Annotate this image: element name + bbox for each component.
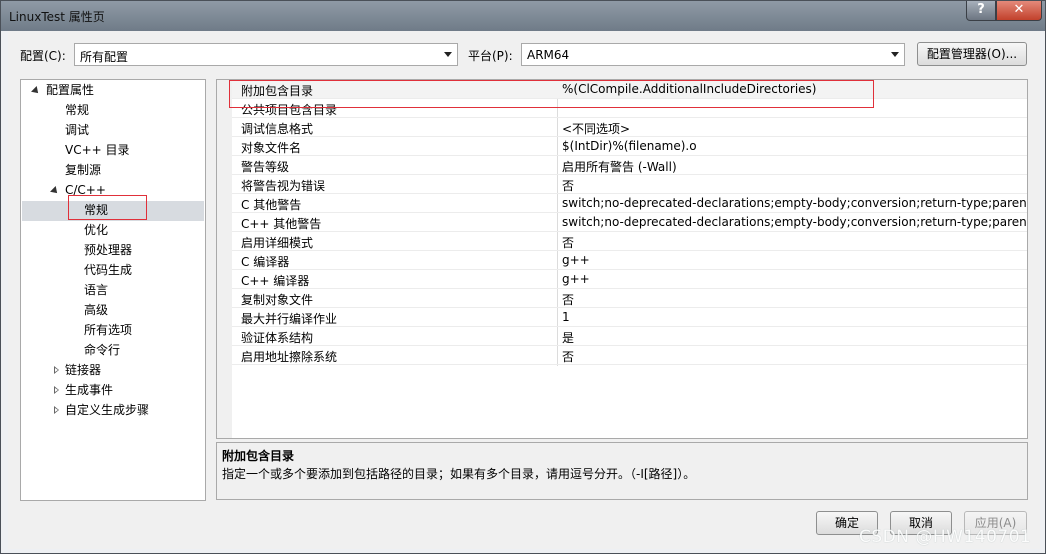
tree-item-copy-sources[interactable]: 复制源 <box>65 160 101 180</box>
property-value[interactable]: 是 <box>562 329 574 346</box>
property-name: C 其他警告 <box>241 198 302 212</box>
grid-row[interactable]: C 编译器 g++ <box>232 251 1027 270</box>
grid-row[interactable]: 最大并行编译作业 1 <box>232 308 1027 327</box>
watermark: CSDN @HW140701 <box>859 527 1032 547</box>
property-value[interactable]: $(IntDir)%(filename).o <box>562 139 697 153</box>
grid-row[interactable]: C 其他警告 switch;no-deprecated-declarations… <box>232 194 1027 213</box>
property-value[interactable]: g++ <box>562 272 590 286</box>
tree-item-config-properties[interactable]: 配置属性 <box>46 80 94 100</box>
platform-select[interactable]: ARM64 <box>521 43 905 66</box>
collapsed-arrow-icon[interactable] <box>54 366 59 374</box>
expanded-arrow-icon[interactable] <box>50 186 60 196</box>
property-value[interactable]: 否 <box>562 348 574 365</box>
property-value[interactable]: <不同选项> <box>562 120 630 137</box>
config-label: 配置(C): <box>20 49 66 63</box>
property-value[interactable]: 启用所有警告 (-Wall) <box>562 158 677 175</box>
grid-row[interactable]: 启用详细模式 否 <box>232 232 1027 251</box>
tree-item-debugging[interactable]: 调试 <box>65 120 89 140</box>
grid-row[interactable]: 对象文件名 $(IntDir)%(filename).o <box>232 137 1027 156</box>
property-name: 最大并行编译作业 <box>241 312 338 326</box>
description-text: 指定一个或多个要添加到包括路径的目录；如果有多个目录，请用逗号分开。（-I[路径… <box>222 467 696 481</box>
tree-item-optimization[interactable]: 优化 <box>84 220 108 240</box>
help-button[interactable]: ? <box>966 1 996 21</box>
tree-item-advanced[interactable]: 高级 <box>84 300 108 320</box>
property-name: C 编译器 <box>241 255 290 269</box>
tree-item-custom-build-step[interactable]: 自定义生成步骤 <box>65 400 149 420</box>
property-tree[interactable]: 配置属性 常规 调试 VC++ 目录 复制源 C/C++ 常规 优化 预处理器 … <box>20 79 206 501</box>
tree-item-all-options[interactable]: 所有选项 <box>84 320 132 340</box>
annotation-highlight-box <box>229 80 874 108</box>
close-button[interactable]: ✕ <box>996 1 1042 21</box>
property-name: 将警告视为错误 <box>241 179 326 193</box>
tree-item-build-events[interactable]: 生成事件 <box>65 380 113 400</box>
property-value[interactable]: 1 <box>562 310 570 324</box>
grid-row[interactable]: C++ 其他警告 switch;no-deprecated-declaratio… <box>232 213 1027 232</box>
annotation-highlight-box <box>68 195 147 220</box>
grid-row[interactable]: C++ 编译器 g++ <box>232 270 1027 289</box>
property-value[interactable]: switch;no-deprecated-declarations;empty-… <box>562 215 1027 229</box>
properties-dialog: LinuxTest 属性页 ? ✕ 配置(C): 所有配置 平台(P): ARM… <box>0 0 1046 554</box>
property-grid[interactable]: 附加包含目录 %(ClCompile.AdditionalIncludeDire… <box>216 79 1028 439</box>
property-name: 验证体系结构 <box>241 331 314 345</box>
window-title: LinuxTest 属性页 <box>9 10 105 24</box>
expanded-arrow-icon[interactable] <box>31 86 41 96</box>
chevron-down-icon <box>891 52 899 57</box>
config-select[interactable]: 所有配置 <box>74 43 458 66</box>
grid-row[interactable]: 验证体系结构 是 <box>232 327 1027 346</box>
config-manager-button[interactable]: 配置管理器(O)... <box>917 42 1027 66</box>
config-select-value: 所有配置 <box>80 50 129 64</box>
tree-item-code-generation[interactable]: 代码生成 <box>84 260 132 280</box>
property-value[interactable]: 否 <box>562 291 574 308</box>
property-name: 调试信息格式 <box>241 122 314 136</box>
property-name: C++ 其他警告 <box>241 217 322 231</box>
grid-row[interactable]: 将警告视为错误 否 <box>232 175 1027 194</box>
grid-margin <box>217 80 232 438</box>
tree-item-command-line[interactable]: 命令行 <box>84 340 120 360</box>
grid-row[interactable]: 警告等级 启用所有警告 (-Wall) <box>232 156 1027 175</box>
collapsed-arrow-icon[interactable] <box>54 386 59 394</box>
grid-row[interactable]: 调试信息格式 <不同选项> <box>232 118 1027 137</box>
grid-row[interactable]: 启用地址擦除系统 否 <box>232 346 1027 365</box>
property-value[interactable]: 否 <box>562 234 574 251</box>
tree-item-general[interactable]: 常规 <box>65 100 89 120</box>
title-bar: LinuxTest 属性页 ? ✕ <box>1 1 1045 31</box>
property-name: 警告等级 <box>241 160 290 174</box>
chevron-down-icon <box>444 52 452 57</box>
property-name: 复制对象文件 <box>241 293 314 307</box>
property-name: 启用详细模式 <box>241 236 314 250</box>
tree-item-linker[interactable]: 链接器 <box>65 360 101 380</box>
dialog-body: 配置(C): 所有配置 平台(P): ARM64 配置管理器(O)... 配置属… <box>8 31 1040 549</box>
collapsed-arrow-icon[interactable] <box>54 406 59 414</box>
platform-select-value: ARM64 <box>527 48 570 62</box>
property-value[interactable]: 否 <box>562 177 574 194</box>
property-name: 对象文件名 <box>241 141 302 155</box>
platform-label: 平台(P): <box>468 49 513 63</box>
property-name: C++ 编译器 <box>241 274 310 288</box>
property-name: 启用地址擦除系统 <box>241 350 338 364</box>
tree-item-preprocessor[interactable]: 预处理器 <box>84 240 132 260</box>
tree-item-vc-directories[interactable]: VC++ 目录 <box>65 140 130 160</box>
property-value[interactable]: g++ <box>562 253 590 267</box>
description-panel: 附加包含目录 指定一个或多个要添加到包括路径的目录；如果有多个目录，请用逗号分开… <box>216 442 1028 500</box>
tree-item-language[interactable]: 语言 <box>84 280 108 300</box>
property-value[interactable]: switch;no-deprecated-declarations;empty-… <box>562 196 1027 210</box>
description-title: 附加包含目录 <box>222 449 295 463</box>
grid-row[interactable]: 复制对象文件 否 <box>232 289 1027 308</box>
